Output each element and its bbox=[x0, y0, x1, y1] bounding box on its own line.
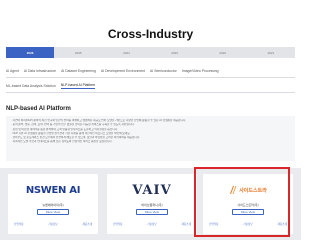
category-ai-data-infrastructure[interactable]: AI Data Infrastructure bbox=[24, 69, 56, 74]
page-title: Cross-Industry bbox=[107, 27, 194, 41]
category-ai-semiconductor[interactable]: AI Semiconductor bbox=[150, 69, 177, 74]
category-divider bbox=[6, 77, 295, 78]
category-divider bbox=[6, 92, 295, 93]
company-card[interactable]: NSWEN AI 뉴엔에이아이(주) More View 산업적용 기술정보 제… bbox=[8, 174, 98, 234]
company-name: 바이브컴퍼니(주) bbox=[141, 203, 163, 207]
section-title: NLP-based AI Platform bbox=[6, 106, 71, 112]
tab-year-2022[interactable]: 2022 bbox=[199, 47, 247, 58]
tag-link[interactable]: 제품소개 bbox=[181, 222, 191, 226]
company-name: 뉴엔에이아이(주) bbox=[42, 203, 64, 207]
tag-link[interactable]: 기술정보 bbox=[147, 222, 157, 226]
tag-link[interactable]: 제품소개 bbox=[82, 222, 92, 226]
tab-year-2023[interactable]: 2023 bbox=[151, 47, 199, 58]
tag-link[interactable]: 산업적용 bbox=[113, 222, 123, 226]
description-box: · 자연어 처리(NLP) 분야의 최신 연구와 인간의 언어를 이해하고 생성… bbox=[6, 116, 295, 161]
selection-highlight bbox=[194, 167, 290, 237]
tag-link[interactable]: 산업적용 bbox=[14, 222, 24, 226]
company-card[interactable]: VAIV 바이브컴퍼니(주) More View 산업적용 기술정보 제품소개 bbox=[107, 174, 197, 234]
company-logo: NSWEN AI bbox=[8, 182, 98, 198]
card-tags: 산업적용 기술정보 제품소개 bbox=[113, 222, 191, 226]
category-ml-data-analysis[interactable]: ML-based Data Analysis Solution bbox=[6, 84, 56, 89]
category-row-2: ML-based Data Analysis Solution NLP-base… bbox=[6, 82, 295, 90]
category-ai-agent[interactable]: AI Agent bbox=[6, 69, 19, 74]
card-tags: 산업적용 기술정보 제품소개 bbox=[14, 222, 92, 226]
tag-link[interactable]: 기술정보 bbox=[48, 222, 58, 226]
year-tabs: 2026 2025 2024 2023 2022 2021 bbox=[6, 47, 295, 58]
category-row-1: AI Agent AI Data Infrastructure AI Datas… bbox=[6, 67, 295, 75]
category-ai-development-environment[interactable]: AI Development Environment bbox=[101, 69, 145, 74]
category-nlp-ai-platform[interactable]: NLP-based AI Platform bbox=[60, 83, 96, 89]
category-ai-dataset-engineering[interactable]: AI Dataset Engineering bbox=[61, 69, 96, 74]
description-line: · 지속적인 모델 학습과 업데이트를 통해 높은 정확도와 안정적인 서비스 … bbox=[11, 140, 113, 144]
more-view-button[interactable]: More View bbox=[136, 209, 168, 215]
more-view-button[interactable]: More View bbox=[37, 209, 69, 215]
company-logo: VAIV bbox=[107, 182, 197, 198]
tab-year-2024[interactable]: 2024 bbox=[102, 47, 150, 58]
nswen-ai-logo: NSWEN AI bbox=[25, 184, 81, 196]
tab-year-2026[interactable]: 2026 bbox=[6, 47, 55, 58]
vaiv-logo: VAIV bbox=[132, 182, 172, 198]
tab-year-2021[interactable]: 2021 bbox=[247, 47, 295, 58]
category-image-video-processing[interactable]: Image/Video Processing bbox=[182, 69, 219, 74]
tab-year-2025[interactable]: 2025 bbox=[54, 47, 102, 58]
